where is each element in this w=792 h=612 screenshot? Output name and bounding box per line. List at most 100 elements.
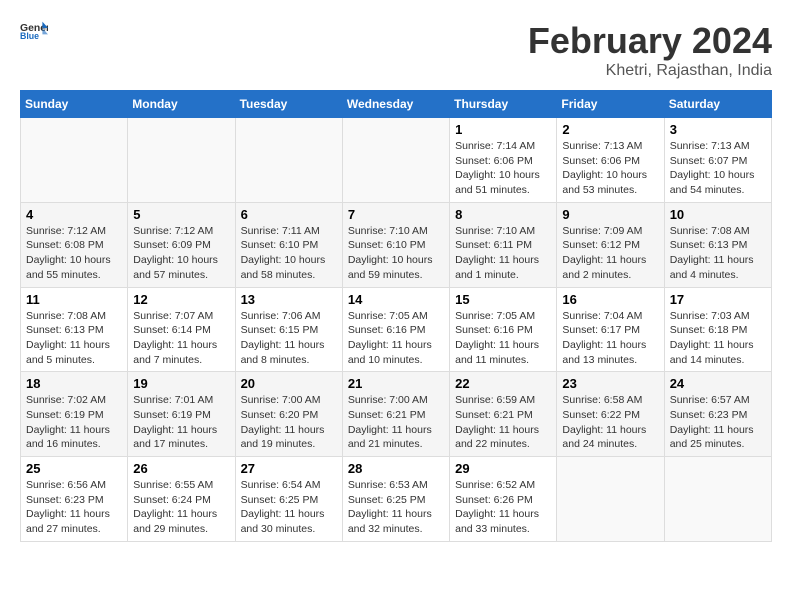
day-number: 29 <box>455 461 551 476</box>
day-info: Sunrise: 7:12 AMSunset: 6:08 PMDaylight:… <box>26 224 122 283</box>
day-info: Sunrise: 7:12 AMSunset: 6:09 PMDaylight:… <box>133 224 229 283</box>
day-info: Sunrise: 7:08 AMSunset: 6:13 PMDaylight:… <box>670 224 766 283</box>
day-number: 24 <box>670 376 766 391</box>
day-number: 9 <box>562 207 658 222</box>
day-number: 26 <box>133 461 229 476</box>
calendar-cell: 3 Sunrise: 7:13 AMSunset: 6:07 PMDayligh… <box>664 118 771 203</box>
calendar-cell: 16 Sunrise: 7:04 AMSunset: 6:17 PMDaylig… <box>557 287 664 372</box>
day-number: 3 <box>670 122 766 137</box>
day-number: 6 <box>241 207 337 222</box>
calendar-cell: 23 Sunrise: 6:58 AMSunset: 6:22 PMDaylig… <box>557 372 664 457</box>
calendar-header: SundayMondayTuesdayWednesdayThursdayFrid… <box>21 91 772 118</box>
day-info: Sunrise: 6:57 AMSunset: 6:23 PMDaylight:… <box>670 393 766 452</box>
day-number: 16 <box>562 292 658 307</box>
day-number: 22 <box>455 376 551 391</box>
weekday-header-friday: Friday <box>557 91 664 118</box>
day-number: 12 <box>133 292 229 307</box>
day-number: 8 <box>455 207 551 222</box>
day-number: 11 <box>26 292 122 307</box>
calendar-cell <box>557 457 664 542</box>
day-info: Sunrise: 7:13 AMSunset: 6:06 PMDaylight:… <box>562 139 658 198</box>
calendar-cell: 4 Sunrise: 7:12 AMSunset: 6:08 PMDayligh… <box>21 202 128 287</box>
calendar-cell: 6 Sunrise: 7:11 AMSunset: 6:10 PMDayligh… <box>235 202 342 287</box>
day-number: 28 <box>348 461 444 476</box>
day-info: Sunrise: 7:10 AMSunset: 6:10 PMDaylight:… <box>348 224 444 283</box>
calendar-cell: 18 Sunrise: 7:02 AMSunset: 6:19 PMDaylig… <box>21 372 128 457</box>
day-number: 1 <box>455 122 551 137</box>
day-info: Sunrise: 6:59 AMSunset: 6:21 PMDaylight:… <box>455 393 551 452</box>
weekday-header-monday: Monday <box>128 91 235 118</box>
calendar-week-4: 18 Sunrise: 7:02 AMSunset: 6:19 PMDaylig… <box>21 372 772 457</box>
weekday-header-row: SundayMondayTuesdayWednesdayThursdayFrid… <box>21 91 772 118</box>
day-number: 10 <box>670 207 766 222</box>
day-info: Sunrise: 7:01 AMSunset: 6:19 PMDaylight:… <box>133 393 229 452</box>
day-info: Sunrise: 7:09 AMSunset: 6:12 PMDaylight:… <box>562 224 658 283</box>
subtitle: Khetri, Rajasthan, India <box>528 62 772 80</box>
day-info: Sunrise: 7:00 AMSunset: 6:20 PMDaylight:… <box>241 393 337 452</box>
calendar-cell: 26 Sunrise: 6:55 AMSunset: 6:24 PMDaylig… <box>128 457 235 542</box>
day-info: Sunrise: 7:03 AMSunset: 6:18 PMDaylight:… <box>670 309 766 368</box>
day-info: Sunrise: 6:58 AMSunset: 6:22 PMDaylight:… <box>562 393 658 452</box>
calendar-cell: 22 Sunrise: 6:59 AMSunset: 6:21 PMDaylig… <box>450 372 557 457</box>
calendar-cell <box>128 118 235 203</box>
title-area: February 2024 Khetri, Rajasthan, India <box>528 20 772 80</box>
day-number: 27 <box>241 461 337 476</box>
calendar-table: SundayMondayTuesdayWednesdayThursdayFrid… <box>20 90 772 542</box>
day-info: Sunrise: 7:10 AMSunset: 6:11 PMDaylight:… <box>455 224 551 283</box>
day-info: Sunrise: 7:05 AMSunset: 6:16 PMDaylight:… <box>455 309 551 368</box>
calendar-cell <box>664 457 771 542</box>
weekday-header-tuesday: Tuesday <box>235 91 342 118</box>
day-info: Sunrise: 7:04 AMSunset: 6:17 PMDaylight:… <box>562 309 658 368</box>
calendar-cell: 19 Sunrise: 7:01 AMSunset: 6:19 PMDaylig… <box>128 372 235 457</box>
day-number: 19 <box>133 376 229 391</box>
day-info: Sunrise: 6:54 AMSunset: 6:25 PMDaylight:… <box>241 478 337 537</box>
calendar-cell: 27 Sunrise: 6:54 AMSunset: 6:25 PMDaylig… <box>235 457 342 542</box>
calendar-cell: 8 Sunrise: 7:10 AMSunset: 6:11 PMDayligh… <box>450 202 557 287</box>
calendar-cell: 29 Sunrise: 6:52 AMSunset: 6:26 PMDaylig… <box>450 457 557 542</box>
day-info: Sunrise: 7:08 AMSunset: 6:13 PMDaylight:… <box>26 309 122 368</box>
calendar-cell: 2 Sunrise: 7:13 AMSunset: 6:06 PMDayligh… <box>557 118 664 203</box>
calendar-week-3: 11 Sunrise: 7:08 AMSunset: 6:13 PMDaylig… <box>21 287 772 372</box>
calendar-week-2: 4 Sunrise: 7:12 AMSunset: 6:08 PMDayligh… <box>21 202 772 287</box>
day-number: 2 <box>562 122 658 137</box>
calendar-cell: 1 Sunrise: 7:14 AMSunset: 6:06 PMDayligh… <box>450 118 557 203</box>
calendar-cell: 10 Sunrise: 7:08 AMSunset: 6:13 PMDaylig… <box>664 202 771 287</box>
calendar-cell: 7 Sunrise: 7:10 AMSunset: 6:10 PMDayligh… <box>342 202 449 287</box>
header: General Blue February 2024 Khetri, Rajas… <box>20 20 772 80</box>
calendar-week-1: 1 Sunrise: 7:14 AMSunset: 6:06 PMDayligh… <box>21 118 772 203</box>
main-title: February 2024 <box>528 20 772 62</box>
day-number: 5 <box>133 207 229 222</box>
weekday-header-sunday: Sunday <box>21 91 128 118</box>
calendar-cell <box>342 118 449 203</box>
day-number: 17 <box>670 292 766 307</box>
svg-text:Blue: Blue <box>20 31 39 40</box>
day-info: Sunrise: 6:56 AMSunset: 6:23 PMDaylight:… <box>26 478 122 537</box>
day-info: Sunrise: 6:52 AMSunset: 6:26 PMDaylight:… <box>455 478 551 537</box>
calendar-cell: 11 Sunrise: 7:08 AMSunset: 6:13 PMDaylig… <box>21 287 128 372</box>
day-number: 14 <box>348 292 444 307</box>
weekday-header-thursday: Thursday <box>450 91 557 118</box>
calendar-cell: 14 Sunrise: 7:05 AMSunset: 6:16 PMDaylig… <box>342 287 449 372</box>
day-info: Sunrise: 7:02 AMSunset: 6:19 PMDaylight:… <box>26 393 122 452</box>
logo: General Blue <box>20 20 48 40</box>
day-info: Sunrise: 6:53 AMSunset: 6:25 PMDaylight:… <box>348 478 444 537</box>
calendar-week-5: 25 Sunrise: 6:56 AMSunset: 6:23 PMDaylig… <box>21 457 772 542</box>
calendar-cell: 13 Sunrise: 7:06 AMSunset: 6:15 PMDaylig… <box>235 287 342 372</box>
calendar-cell: 15 Sunrise: 7:05 AMSunset: 6:16 PMDaylig… <box>450 287 557 372</box>
day-number: 7 <box>348 207 444 222</box>
day-info: Sunrise: 7:00 AMSunset: 6:21 PMDaylight:… <box>348 393 444 452</box>
day-number: 25 <box>26 461 122 476</box>
day-info: Sunrise: 7:07 AMSunset: 6:14 PMDaylight:… <box>133 309 229 368</box>
calendar-body: 1 Sunrise: 7:14 AMSunset: 6:06 PMDayligh… <box>21 118 772 542</box>
calendar-cell: 21 Sunrise: 7:00 AMSunset: 6:21 PMDaylig… <box>342 372 449 457</box>
calendar-cell: 9 Sunrise: 7:09 AMSunset: 6:12 PMDayligh… <box>557 202 664 287</box>
calendar-cell: 28 Sunrise: 6:53 AMSunset: 6:25 PMDaylig… <box>342 457 449 542</box>
weekday-header-saturday: Saturday <box>664 91 771 118</box>
calendar-cell: 25 Sunrise: 6:56 AMSunset: 6:23 PMDaylig… <box>21 457 128 542</box>
day-number: 18 <box>26 376 122 391</box>
day-number: 4 <box>26 207 122 222</box>
calendar-cell: 12 Sunrise: 7:07 AMSunset: 6:14 PMDaylig… <box>128 287 235 372</box>
day-info: Sunrise: 7:13 AMSunset: 6:07 PMDaylight:… <box>670 139 766 198</box>
calendar-cell: 17 Sunrise: 7:03 AMSunset: 6:18 PMDaylig… <box>664 287 771 372</box>
weekday-header-wednesday: Wednesday <box>342 91 449 118</box>
